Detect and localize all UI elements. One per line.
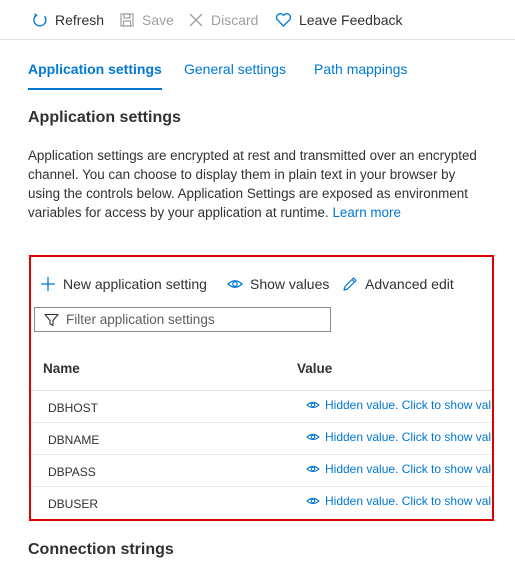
save-label: Save (142, 12, 174, 28)
new-application-setting-button[interactable]: New application setting (40, 274, 207, 294)
discard-label: Discard (211, 12, 259, 28)
plus-icon (41, 277, 55, 291)
app-settings-panel: New application setting Show values Adva… (29, 255, 494, 521)
discard-button[interactable]: Discard (188, 10, 258, 30)
show-values-label: Show values (250, 276, 330, 292)
connection-strings-title: Connection strings (28, 541, 174, 558)
setting-name: DBNAME (48, 433, 100, 447)
show-values-button[interactable]: Show values (227, 274, 329, 294)
table-row: DBPASS Hidden value. Click to show value (31, 455, 494, 487)
hidden-value-link[interactable]: Hidden value. Click to show value (306, 462, 494, 476)
hidden-value-text: Hidden value. Click to show value (325, 494, 494, 508)
save-button[interactable]: Save (119, 10, 174, 30)
refresh-icon (33, 13, 47, 27)
tab-general-settings[interactable]: General settings (184, 61, 286, 83)
description-text: Application settings are encrypted at re… (28, 148, 477, 220)
hidden-value-link[interactable]: Hidden value. Click to show value (306, 494, 494, 508)
table-row: DBHOST Hidden value. Click to show value (31, 391, 494, 423)
setting-name: DBPASS (48, 465, 96, 479)
hidden-value-text: Hidden value. Click to show value (325, 398, 494, 412)
new-application-setting-label: New application setting (63, 276, 207, 292)
section-title: Application settings (28, 109, 181, 126)
hidden-value-text: Hidden value. Click to show value (325, 462, 494, 476)
leave-feedback-label: Leave Feedback (299, 12, 403, 28)
section-description: Application settings are encrypted at re… (28, 146, 480, 222)
filter-box[interactable] (34, 307, 331, 332)
save-icon (120, 13, 134, 27)
close-icon (189, 13, 203, 27)
tab-path-mappings[interactable]: Path mappings (314, 61, 407, 83)
pencil-icon (343, 277, 357, 291)
table-row: DBNAME Hidden value. Click to show value (31, 423, 494, 455)
hidden-value-text: Hidden value. Click to show value (325, 430, 494, 444)
tab-application-settings[interactable]: Application settings (28, 61, 162, 90)
filter-icon (44, 313, 59, 326)
advanced-edit-button[interactable]: Advanced edit (342, 274, 454, 294)
setting-name: DBUSER (48, 497, 99, 511)
learn-more-link[interactable]: Learn more (332, 205, 400, 220)
hidden-value-link[interactable]: Hidden value. Click to show value (306, 398, 494, 412)
refresh-label: Refresh (55, 12, 105, 28)
leave-feedback-button[interactable]: Leave Feedback (275, 10, 403, 30)
eye-icon (306, 465, 320, 473)
refresh-button[interactable]: Refresh (32, 10, 104, 30)
column-header-name[interactable]: Name (43, 361, 80, 376)
eye-icon (306, 433, 320, 441)
heart-icon (275, 13, 292, 27)
eye-icon (306, 497, 320, 505)
column-header-value[interactable]: Value (297, 361, 332, 376)
command-bar: Refresh Save Discard Leave Feedback (0, 0, 515, 40)
table-row: DBUSER Hidden value. Click to show value (31, 487, 494, 519)
hidden-value-link[interactable]: Hidden value. Click to show value (306, 430, 494, 444)
setting-name: DBHOST (48, 401, 99, 415)
advanced-edit-label: Advanced edit (365, 276, 454, 292)
filter-input[interactable] (66, 312, 316, 327)
eye-icon (306, 401, 320, 409)
eye-icon (227, 280, 243, 288)
